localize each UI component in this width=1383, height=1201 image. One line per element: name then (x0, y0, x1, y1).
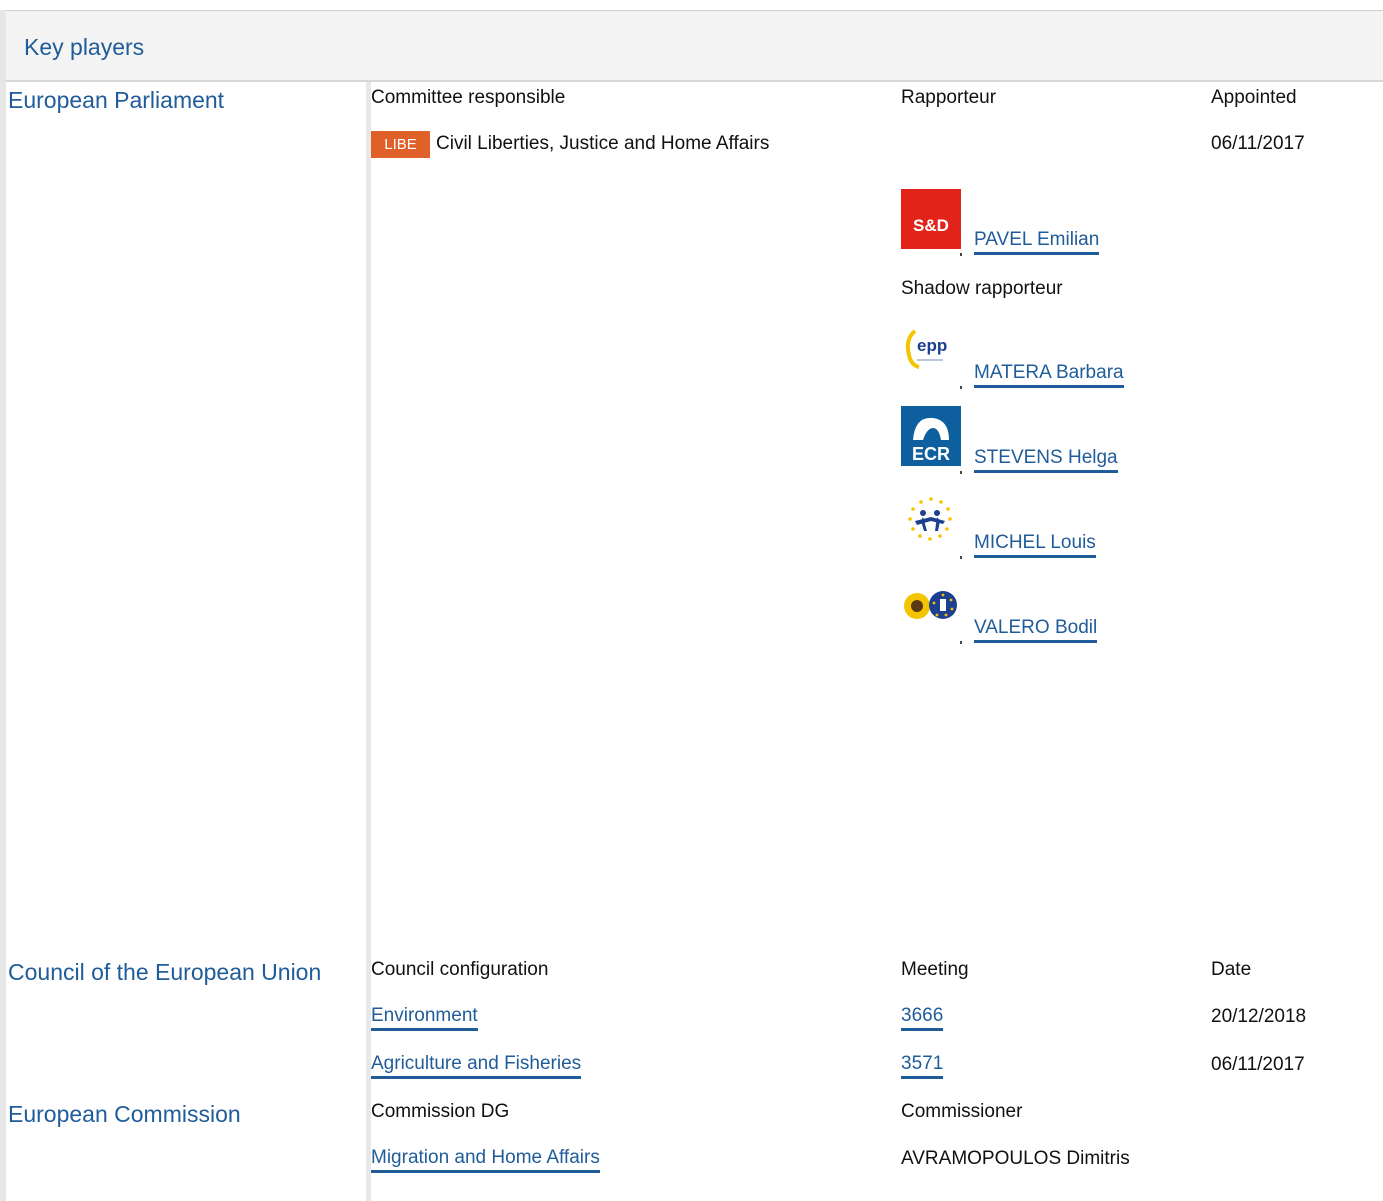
separator-dot (960, 386, 962, 389)
shadow-rapporteur-link[interactable]: MATERA Barbara (974, 362, 1124, 388)
frame-left-border (0, 10, 6, 1201)
sd-group-logo-icon: S&D (901, 189, 961, 249)
separator-dot (960, 471, 962, 474)
commissioner-name: AVRAMOPOULOS Dimitris (901, 1148, 1130, 1169)
greens-efa-group-logo-icon (901, 576, 961, 636)
key-players-header: Key players (6, 11, 1383, 82)
meeting-link[interactable]: 3571 (901, 1053, 944, 1079)
meeting-date: 06/11/2017 (1211, 1054, 1305, 1075)
rapporteur-link[interactable]: PAVEL Emilian (974, 229, 1100, 255)
meeting-date: 20/12/2018 (1211, 1006, 1307, 1027)
date-label: Date (1211, 959, 1252, 980)
council-configuration-label: Council configuration (371, 959, 549, 980)
committee-responsible-label: Committee responsible (371, 87, 566, 108)
key-players-title: Key players (24, 34, 145, 60)
shadow-rapporteur-label: Shadow rapporteur (901, 278, 1063, 299)
council-heading: Council of the European Union (8, 959, 322, 985)
european-parliament-heading: European Parliament (8, 87, 225, 113)
committee-badge-libe: LIBE (371, 131, 430, 158)
epp-group-logo-icon: epp (901, 321, 961, 381)
shadow-rapporteur-link[interactable]: VALERO Bodil (974, 617, 1098, 643)
council-configuration-link[interactable]: Agriculture and Fisheries (371, 1053, 582, 1079)
alde-group-logo-icon (901, 491, 961, 551)
meeting-link[interactable]: 3666 (901, 1005, 944, 1031)
committee-name: Civil Liberties, Justice and Home Affair… (436, 133, 770, 154)
commission-dg-link[interactable]: Migration and Home Affairs (371, 1147, 600, 1173)
ecr-group-logo-icon: ECR (901, 406, 961, 466)
separator-dot (960, 641, 962, 644)
meeting-label: Meeting (901, 959, 969, 980)
separator-dot (960, 253, 962, 256)
separator-dot (960, 556, 962, 559)
commission-dg-label: Commission DG (371, 1101, 510, 1122)
svg-text:epp: epp (917, 336, 947, 355)
commission-heading: European Commission (8, 1101, 241, 1127)
commissioner-label: Commissioner (901, 1101, 1023, 1122)
svg-text:ECR: ECR (912, 444, 950, 464)
svg-text:S&D: S&D (913, 216, 949, 235)
appointed-label: Appointed (1211, 87, 1297, 108)
column-separator (366, 82, 371, 1201)
shadow-rapporteur-link[interactable]: STEVENS Helga (974, 447, 1118, 473)
council-configuration-link[interactable]: Environment (371, 1005, 478, 1031)
shadow-rapporteur-link[interactable]: MICHEL Louis (974, 532, 1096, 558)
appointed-date: 06/11/2017 (1211, 133, 1305, 154)
rapporteur-label: Rapporteur (901, 87, 997, 108)
